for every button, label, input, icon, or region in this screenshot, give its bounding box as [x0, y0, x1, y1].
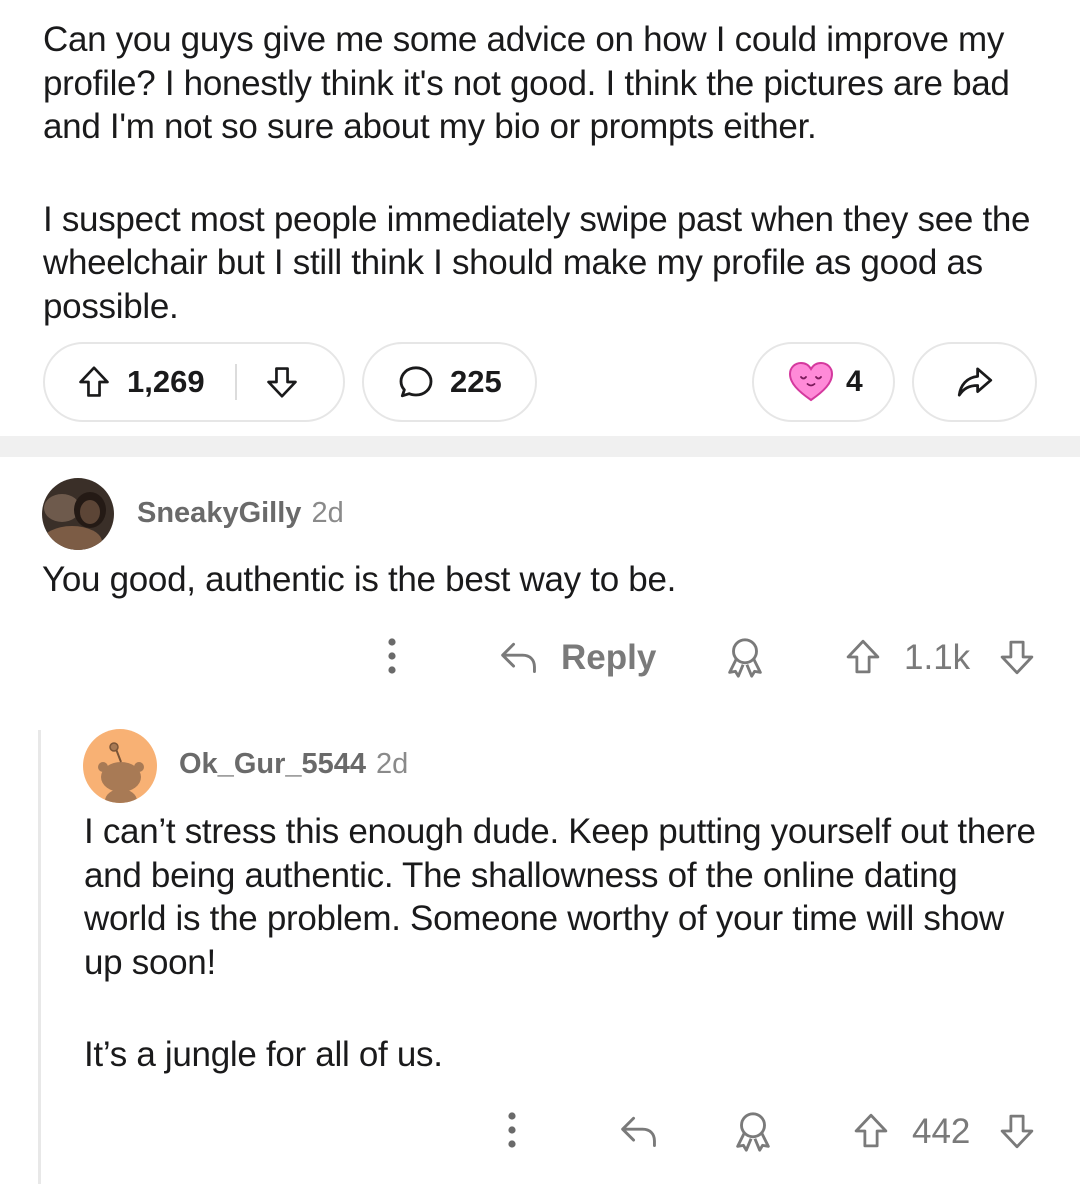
- timestamp: 2d: [376, 748, 409, 780]
- comment-icon: [396, 362, 436, 402]
- reply-button[interactable]: Reply: [561, 638, 656, 678]
- avatar[interactable]: [83, 729, 157, 803]
- more-icon[interactable]: [500, 1110, 524, 1150]
- post-body: Can you guys give me some advice on how …: [43, 18, 1043, 328]
- downvote-icon[interactable]: [996, 636, 1038, 678]
- post-paragraph: I suspect most people immediately swipe …: [43, 199, 1031, 326]
- post-share-button[interactable]: [912, 342, 1037, 422]
- upvote-icon[interactable]: [75, 363, 113, 401]
- vote-separator: [234, 364, 237, 400]
- comment-score: 1.1k: [904, 638, 971, 677]
- post-comment-count: 225: [450, 364, 502, 399]
- award-icon[interactable]: [722, 634, 768, 680]
- reply-icon[interactable]: [497, 637, 541, 677]
- more-icon[interactable]: [380, 636, 404, 676]
- post-awards-button[interactable]: 4: [752, 342, 895, 422]
- downvote-icon[interactable]: [996, 1110, 1038, 1152]
- heart-award-icon: [788, 361, 834, 403]
- section-divider: [0, 436, 1080, 457]
- comment-meta: SneakyGilly 2d: [137, 497, 344, 530]
- avatar[interactable]: [42, 478, 114, 550]
- post-award-count: 4: [846, 365, 863, 398]
- comment-paragraph: It’s a jungle for all of us.: [84, 1035, 443, 1074]
- post-upvote-count: 1,269: [127, 364, 205, 399]
- post-vote-bar: 1,269: [43, 342, 345, 422]
- post-paragraph: Can you guys give me some advice on how …: [43, 20, 1010, 146]
- username[interactable]: SneakyGilly: [137, 497, 301, 530]
- upvote-icon[interactable]: [850, 1110, 892, 1152]
- comment-text: You good, authentic is the best way to b…: [42, 560, 677, 599]
- downvote-icon[interactable]: [263, 363, 301, 401]
- share-icon: [954, 361, 996, 403]
- thread-line[interactable]: [38, 730, 41, 1184]
- upvote-icon[interactable]: [842, 636, 884, 678]
- comment-paragraph: I can’t stress this enough dude. Keep pu…: [84, 812, 1036, 982]
- award-icon[interactable]: [730, 1108, 776, 1154]
- timestamp: 2d: [311, 497, 344, 529]
- reply-icon[interactable]: [617, 1111, 661, 1151]
- comment-score: 442: [912, 1112, 971, 1151]
- comment-text: I can’t stress this enough dude. Keep pu…: [84, 810, 1044, 1077]
- post-comments-button[interactable]: 225: [362, 342, 537, 422]
- username[interactable]: Ok_Gur_5544: [179, 748, 366, 781]
- comment-meta: Ok_Gur_5544 2d: [179, 748, 408, 781]
